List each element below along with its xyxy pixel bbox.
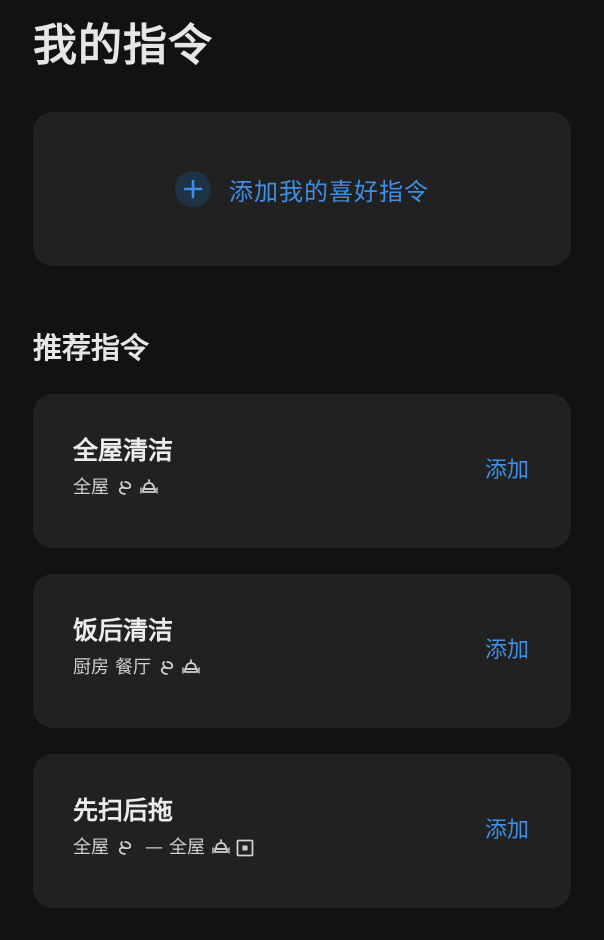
mop-icon [211,838,231,858]
room-label: 厨房 [73,657,109,678]
room-label: 全屋 [73,477,109,498]
room-label: 全屋 [169,837,205,858]
add-favorite-label: 添加我的喜好指令 [229,177,429,206]
section-title-recommended: 推荐指令 [33,331,150,365]
room-label: 全屋 [73,837,109,858]
square-target-icon [235,838,255,858]
command-card-after-meal-clean: 饭后清洁 厨房 餐厅 添加 [33,574,571,728]
command-card-sweep-then-mop: 先扫后拖 全屋 — 全屋 添加 [33,754,571,908]
plus-icon [175,171,211,207]
recommended-command-list: 全屋清洁 全屋 添加 饭后清洁 厨房 餐厅 添加 先扫后拖 全屋 — 全屋 添加 [33,394,571,908]
mop-icon [139,478,159,498]
add-command-button[interactable]: 添加 [485,456,529,486]
page-title: 我的指令 [33,20,213,71]
sweep-icon [115,838,135,858]
sweep-icon [157,658,177,678]
page: 我的指令 添加我的喜好指令 推荐指令 全屋清洁 全屋 添加 饭后清洁 厨房 餐厅… [0,0,604,940]
command-card-whole-house-clean: 全屋清洁 全屋 添加 [33,394,571,548]
room-label: 餐厅 [115,657,151,678]
add-command-button[interactable]: 添加 [485,636,529,666]
mop-icon [181,658,201,678]
command-detail: 全屋 — 全屋 [73,836,531,860]
add-command-button[interactable]: 添加 [485,816,529,846]
command-detail: 全屋 [73,476,531,500]
command-title: 饭后清洁 [73,616,174,645]
add-favorite-command-button[interactable]: 添加我的喜好指令 [33,112,571,266]
command-title: 全屋清洁 [73,436,174,465]
command-title: 先扫后拖 [73,796,174,825]
command-detail: 厨房 餐厅 [73,656,531,680]
sweep-icon [115,478,135,498]
step-separator: — [145,837,163,858]
